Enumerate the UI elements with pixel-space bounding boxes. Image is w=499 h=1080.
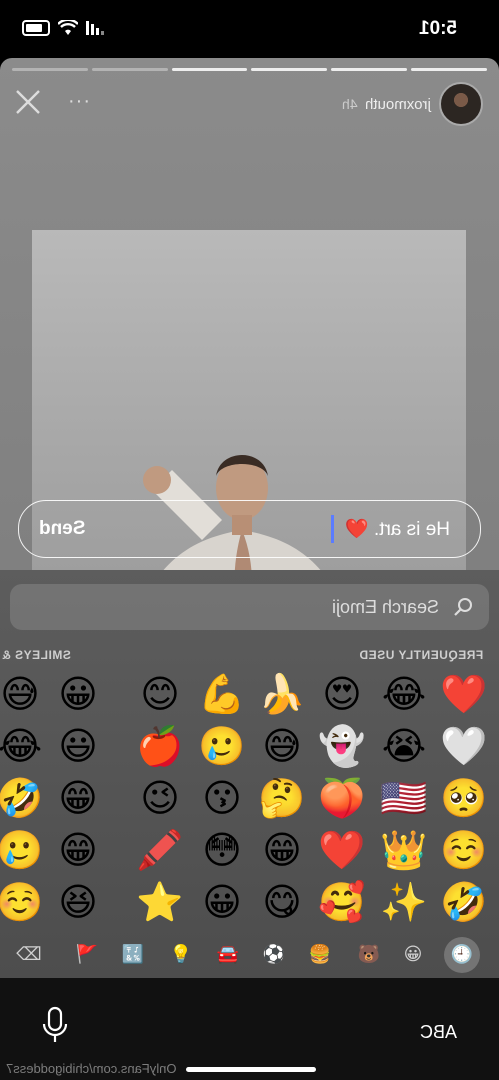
flags-icon[interactable]: 🚩 <box>74 942 100 968</box>
search-icon <box>453 597 473 622</box>
emoji-key[interactable]: 🥲 <box>196 720 248 772</box>
emoji-key[interactable]: 👑 <box>378 824 430 876</box>
wifi-icon <box>58 20 78 36</box>
progress-segment <box>91 68 168 71</box>
emoji-key[interactable]: ☺️ <box>438 824 490 876</box>
emoji-key[interactable]: 💪 <box>196 668 248 720</box>
emoji-key[interactable]: 😀 <box>196 876 248 928</box>
microphone-icon[interactable] <box>42 1006 68 1051</box>
emoji-key[interactable]: 😉 <box>134 772 186 824</box>
section-smileys: SMILEYS & F <box>0 648 71 662</box>
emoji-key[interactable]: ❤️ <box>438 668 490 720</box>
progress-segment <box>251 68 328 71</box>
emoji-key[interactable]: 😋 <box>256 876 308 928</box>
reply-input[interactable]: Send He is art. ❤️ <box>18 500 481 558</box>
progress-segment <box>12 68 88 71</box>
emoji-key[interactable]: 😆 <box>52 876 104 928</box>
emoji-key[interactable]: 😀 <box>52 668 104 720</box>
more-options-icon[interactable]: ··· <box>68 90 91 113</box>
emoji-category-bar: 🕘 😀 🐻 🍔 ⚽ 🚘 💡 🔣 🚩 ⌫ <box>0 932 499 978</box>
emoji-key[interactable]: 🥺 <box>438 772 490 824</box>
emoji-key[interactable]: 😗 <box>196 772 248 824</box>
smileys-icon[interactable]: 😀 <box>400 942 426 968</box>
abc-button[interactable]: ABC <box>420 1022 457 1043</box>
section-frequently-used: FREQUENTLY USED <box>358 648 483 662</box>
status-bar: 5:01 <box>0 0 499 58</box>
emoji-key[interactable]: 🇺🇸 <box>378 772 430 824</box>
watermark: OnlyFans.com/chibigoddess7 <box>6 1061 177 1076</box>
emoji-key[interactable]: 🖍️ <box>134 824 186 876</box>
progress-segment <box>331 68 408 71</box>
emoji-key[interactable]: 🤔 <box>256 772 308 824</box>
emoji-key[interactable]: 🥰 <box>316 876 368 928</box>
emoji-grid: ❤️ 😂 😍 🍌 💪 😊 😀 😅 🤍 😭 👻 😅 🥲 🍎 😃 😂 🥺 🇺🇸 🍑 🤔 😗 😉 😁 🤣 ☺️ 👑 ❤️ 😁 😳 🖍️ 😁 🥲 🤣 ✨ 🥰… <box>0 668 499 928</box>
objects-icon[interactable]: 💡 <box>168 942 194 968</box>
progress-segment <box>411 68 487 71</box>
emoji-key[interactable]: 😂 <box>0 720 46 772</box>
emoji-key[interactable]: ⭐ <box>134 876 186 928</box>
emoji-key[interactable]: 🤣 <box>438 876 490 928</box>
travel-icon[interactable]: 🚘 <box>215 942 241 968</box>
story-progress <box>12 68 487 71</box>
animals-icon[interactable]: 🐻 <box>356 942 382 968</box>
avatar[interactable] <box>439 82 483 126</box>
emoji-key[interactable]: 🍌 <box>256 668 308 720</box>
activity-icon[interactable]: ⚽ <box>261 942 287 968</box>
emoji-key[interactable]: 🤍 <box>438 720 490 772</box>
signal-icon <box>86 21 104 35</box>
battery-icon <box>22 20 50 36</box>
emoji-search-field[interactable]: Search Emoji <box>10 584 489 630</box>
home-indicator[interactable] <box>186 1067 316 1072</box>
emoji-key[interactable]: 😊 <box>134 668 186 720</box>
emoji-key[interactable]: 😅 <box>256 720 308 772</box>
backspace-icon[interactable]: ⌫ <box>16 942 42 968</box>
food-icon[interactable]: 🍔 <box>307 942 333 968</box>
story-user[interactable]: 4h jroxmouth <box>342 82 483 126</box>
progress-segment <box>171 68 248 71</box>
story-time-ago: 4h <box>341 96 358 112</box>
emoji-key[interactable]: ✨ <box>378 876 430 928</box>
emoji-key[interactable]: 😁 <box>52 824 104 876</box>
text-cursor <box>331 515 334 543</box>
emoji-key[interactable]: 🤣 <box>0 772 46 824</box>
symbols-icon[interactable]: 🔣 <box>120 942 146 968</box>
status-time: 5:01 <box>418 18 457 39</box>
emoji-key[interactable]: ❤️ <box>316 824 368 876</box>
emoji-key[interactable]: 😂 <box>378 668 430 720</box>
search-placeholder: Search Emoji <box>331 597 439 617</box>
reply-text: He is art. ❤️ <box>345 519 450 540</box>
emoji-key[interactable]: 😅 <box>0 668 46 720</box>
emoji-key[interactable]: 😳 <box>196 824 248 876</box>
status-icons <box>22 20 104 36</box>
emoji-key[interactable]: 😍 <box>316 668 368 720</box>
emoji-key[interactable]: 😭 <box>378 720 430 772</box>
emoji-keyboard: Search Emoji FREQUENTLY USED SMILEYS & F… <box>0 570 499 978</box>
emoji-key[interactable]: ☺️ <box>0 876 46 928</box>
emoji-key[interactable]: 🍑 <box>316 772 368 824</box>
keyboard-bottom-bar: ABC OnlyFans.com/chibigoddess7 <box>0 978 499 1080</box>
recent-icon[interactable]: 🕘 <box>444 937 480 973</box>
story-username[interactable]: jroxmouth <box>365 96 431 113</box>
emoji-key[interactable]: 😁 <box>256 824 308 876</box>
send-button[interactable]: Send <box>39 518 85 540</box>
emoji-key[interactable]: 😃 <box>52 720 104 772</box>
emoji-key[interactable]: 😁 <box>52 772 104 824</box>
close-icon[interactable] <box>14 88 42 116</box>
emoji-key[interactable]: 👻 <box>316 720 368 772</box>
emoji-key[interactable]: 🍎 <box>134 720 186 772</box>
emoji-key[interactable]: 🥲 <box>0 824 46 876</box>
